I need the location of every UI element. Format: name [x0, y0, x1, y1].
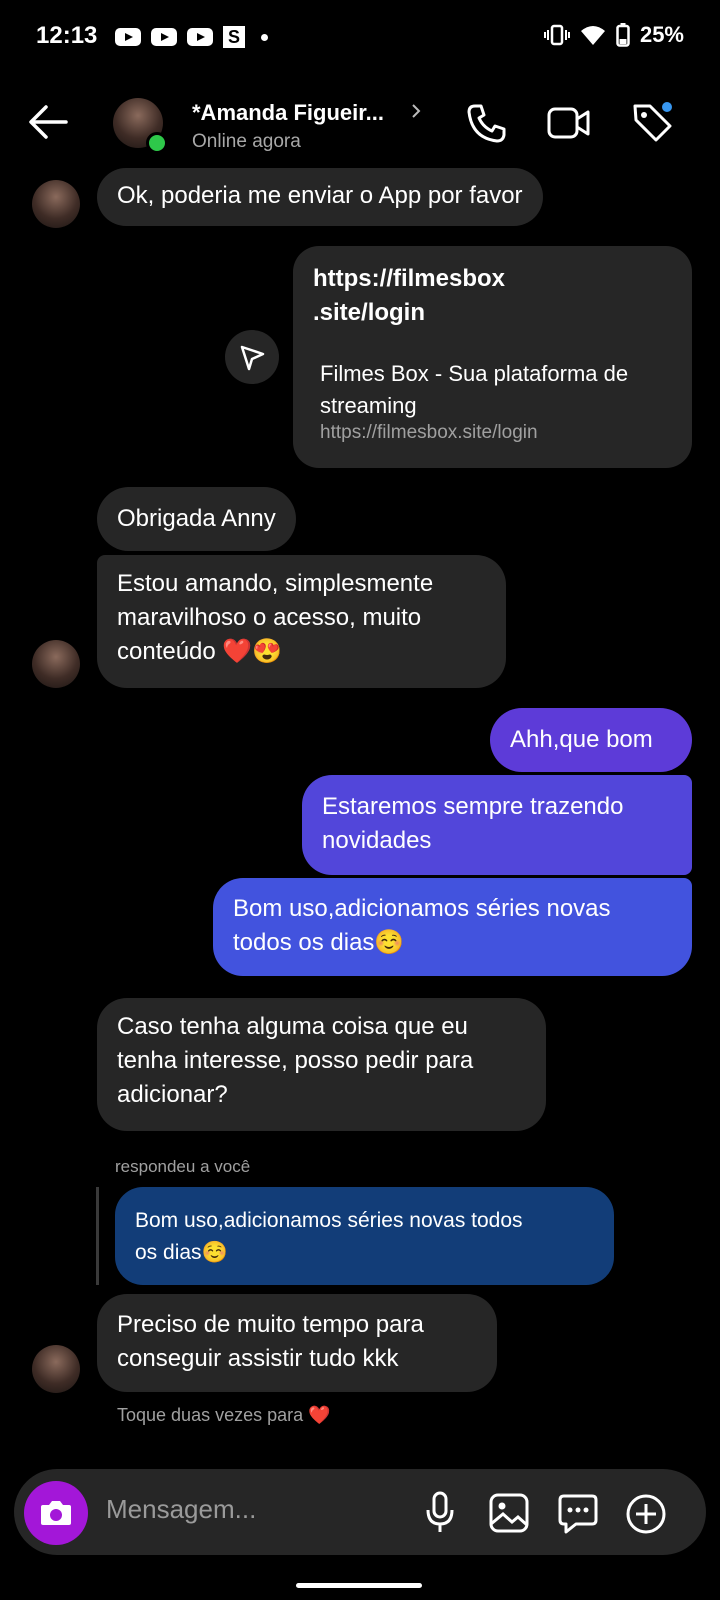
contact-status: Online agora	[192, 131, 301, 152]
message-bubble-incoming[interactable]: Caso tenha alguma coisa que eu tenha int…	[97, 998, 546, 1131]
youtube-icon	[115, 28, 141, 46]
quoted-message[interactable]: Bom uso,adicionamos séries novas todos o…	[115, 1187, 614, 1285]
double-tap-hint: Toque duas vezes para ❤️	[117, 1405, 331, 1425]
message-text: Estou amando, simplesmente	[117, 570, 434, 597]
tag-icon[interactable]	[630, 100, 676, 144]
back-arrow-icon[interactable]	[28, 104, 68, 140]
share-button[interactable]	[225, 330, 279, 384]
message-text: Obrigada Anny	[117, 505, 276, 532]
more-notifications-icon	[261, 33, 268, 41]
sender-avatar[interactable]	[32, 180, 80, 228]
message-bubble-incoming[interactable]: Obrigada Anny	[97, 487, 296, 551]
message-bubble-outgoing[interactable]: Estaremos sempre trazendo novidades	[302, 775, 692, 875]
plus-circle-icon[interactable]	[624, 1492, 668, 1536]
message-bubble-incoming[interactable]: Preciso de muito tempo para conseguir as…	[97, 1294, 497, 1392]
wifi-icon	[580, 26, 605, 45]
message-text: Ahh,que bom	[510, 726, 653, 753]
youtube-icon	[187, 28, 213, 46]
video-camera-icon[interactable]	[546, 104, 592, 142]
chat-bubble-icon[interactable]	[556, 1492, 600, 1536]
home-indicator[interactable]	[296, 1583, 422, 1588]
reply-label: respondeu a você	[115, 1157, 251, 1176]
message-bubble-incoming[interactable]: Estou amando, simplesmente maravilhoso o…	[97, 555, 506, 688]
chevron-right-icon[interactable]	[410, 102, 422, 120]
reply-divider	[96, 1187, 99, 1285]
image-icon[interactable]	[488, 1492, 530, 1534]
camera-button[interactable]	[24, 1481, 88, 1545]
send-icon	[240, 345, 265, 371]
microphone-icon[interactable]	[424, 1490, 456, 1534]
vibrate-icon	[543, 24, 570, 46]
link-title: Filmes Box - Sua plataforma de streaming	[320, 361, 629, 418]
online-indicator	[146, 132, 168, 154]
message-text: Ok, poderia me enviar o App por favor	[117, 182, 523, 209]
s-app-icon: S	[223, 26, 245, 48]
status-time: 12:13	[36, 22, 98, 49]
message-bubble-outgoing[interactable]: Bom uso,adicionamos séries novas todos o…	[213, 878, 692, 976]
notification-icons: S	[115, 26, 268, 48]
youtube-icon	[151, 28, 177, 46]
battery-percent: 25%	[639, 22, 684, 47]
message-text: Preciso de muito tempo para	[117, 1311, 424, 1338]
contact-name[interactable]: *Amanda Figueir...	[192, 100, 384, 126]
message-bubble-outgoing[interactable]: Ahh,que bom	[490, 708, 692, 772]
link-preview-card[interactable]: https://filmesbox .site/login Filmes Box…	[293, 246, 692, 468]
message-text: Bom uso,adicionamos séries novas	[233, 895, 611, 922]
status-right: 25%	[543, 22, 684, 48]
sender-avatar[interactable]	[32, 640, 80, 688]
link-url[interactable]: https://filmesbox .site/login	[313, 262, 505, 330]
sender-avatar[interactable]	[32, 1345, 80, 1393]
message-input[interactable]: Mensagem...	[106, 1494, 256, 1525]
message-text: Caso tenha alguma coisa que eu	[117, 1013, 468, 1040]
message-text: Estaremos sempre trazendo	[322, 793, 624, 820]
camera-icon	[41, 1501, 71, 1525]
link-domain: https://filmesbox.site/login	[320, 422, 538, 443]
message-bubble-incoming[interactable]: Ok, poderia me enviar o App por favor	[97, 168, 543, 226]
phone-icon[interactable]	[466, 102, 508, 144]
battery-icon	[616, 23, 630, 47]
